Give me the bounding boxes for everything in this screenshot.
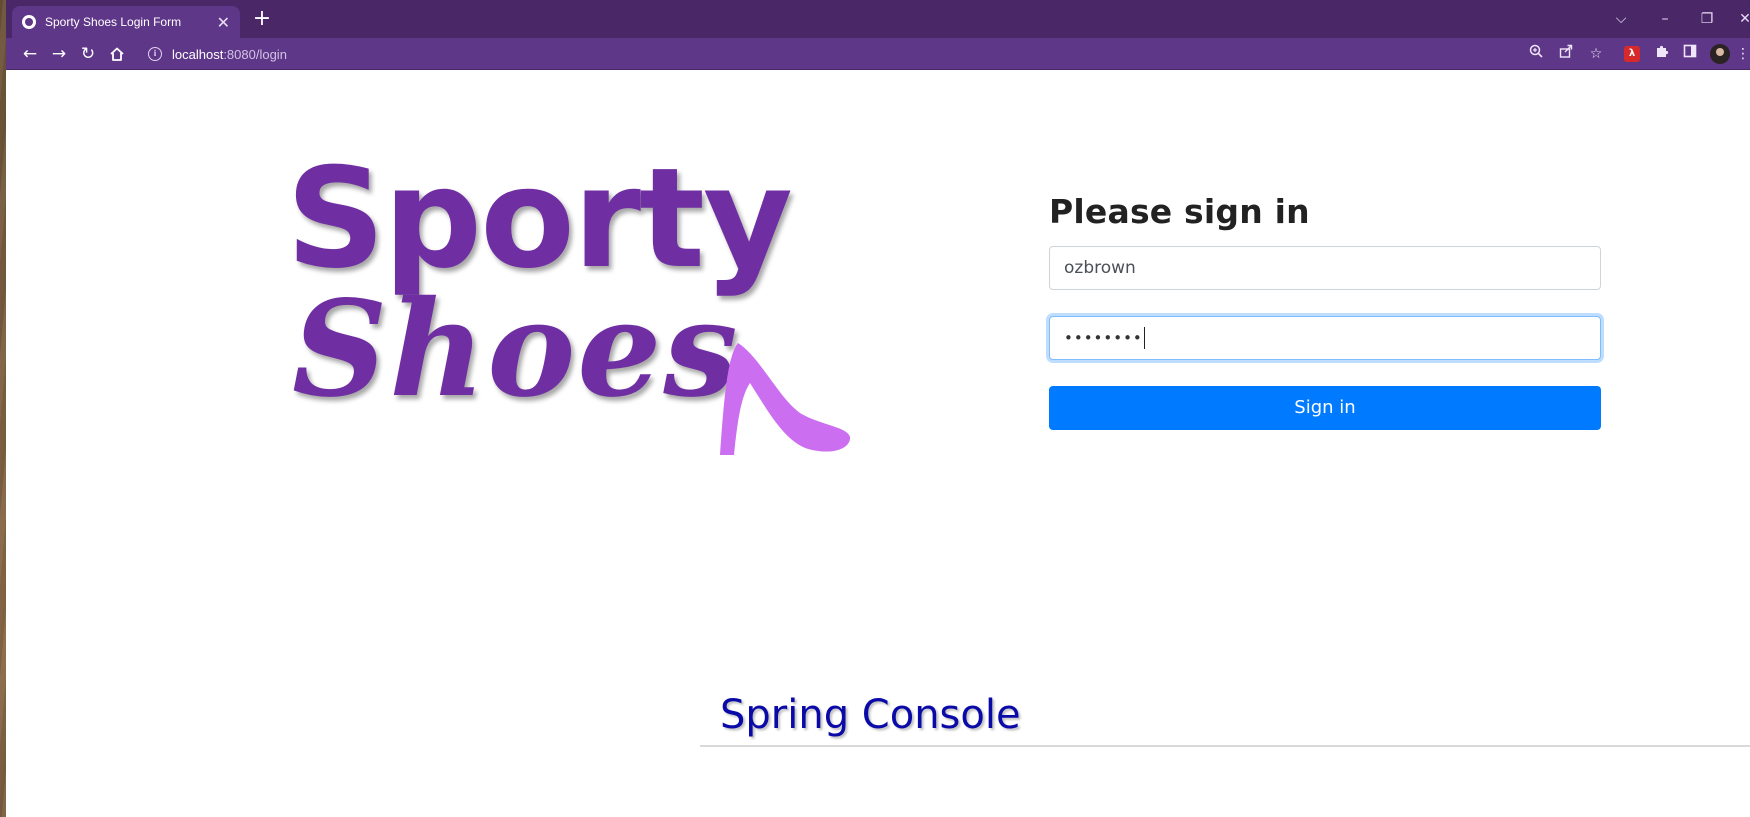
site-info-icon[interactable]: i — [148, 47, 162, 61]
reload-icon[interactable]: ↻ — [76, 42, 100, 66]
url-path: :8080/login — [223, 46, 287, 62]
side-panel-icon[interactable] — [1680, 44, 1700, 64]
menu-icon[interactable]: ⋮ — [1736, 44, 1750, 64]
spring-console-caption: Spring Console — [720, 692, 1021, 738]
bottom-divider — [700, 745, 1750, 747]
tab-bar: Sporty Shoes Login Form ✕ + ⌵ – ❐ ✕ — [6, 0, 1750, 38]
password-mask: •••••••• — [1064, 329, 1143, 347]
sign-in-heading: Please sign in — [1049, 192, 1310, 231]
logo-text-shoes: Shoes — [292, 272, 740, 427]
sporty-shoes-logo: Sporty Shoes — [286, 138, 856, 460]
profile-avatar[interactable] — [1710, 44, 1730, 64]
bookmark-star-icon[interactable]: ☆ — [1586, 44, 1606, 64]
close-window-button[interactable]: ✕ — [1730, 6, 1750, 32]
forward-icon[interactable]: → — [47, 42, 71, 66]
tab-sporty-shoes[interactable]: Sporty Shoes Login Form ✕ — [12, 6, 240, 38]
close-tab-icon[interactable]: ✕ — [217, 13, 230, 32]
username-input[interactable]: ozbrown — [1049, 246, 1601, 290]
back-icon[interactable]: ← — [18, 42, 42, 66]
browser-toolbar: ← → ↻ i localhost :8080/login ☆ λ ⋮ — [6, 38, 1750, 70]
text-caret — [1143, 327, 1145, 349]
url-host: localhost — [172, 46, 224, 62]
sign-in-form: Please sign in ozbrown •••••••• Sign in — [1049, 190, 1603, 430]
page-favicon-icon — [22, 15, 36, 29]
extensions-icon[interactable] — [1652, 44, 1672, 64]
sign-in-button[interactable]: Sign in — [1049, 386, 1601, 430]
pdf-extension-icon[interactable]: λ — [1624, 46, 1640, 62]
password-input[interactable]: •••••••• — [1049, 316, 1601, 360]
address-bar[interactable]: i localhost :8080/login — [138, 42, 1608, 66]
home-icon[interactable] — [105, 42, 129, 66]
high-heel-icon — [720, 343, 851, 455]
restore-button[interactable]: ❐ — [1692, 6, 1722, 32]
zoom-icon[interactable] — [1526, 44, 1546, 64]
tab-title: Sporty Shoes Login Form — [45, 15, 182, 29]
new-tab-button[interactable]: + — [250, 8, 274, 32]
minimize-button[interactable]: – — [1650, 6, 1680, 32]
share-icon[interactable] — [1556, 44, 1576, 64]
tab-search-icon[interactable]: ⌵ — [1606, 6, 1636, 32]
